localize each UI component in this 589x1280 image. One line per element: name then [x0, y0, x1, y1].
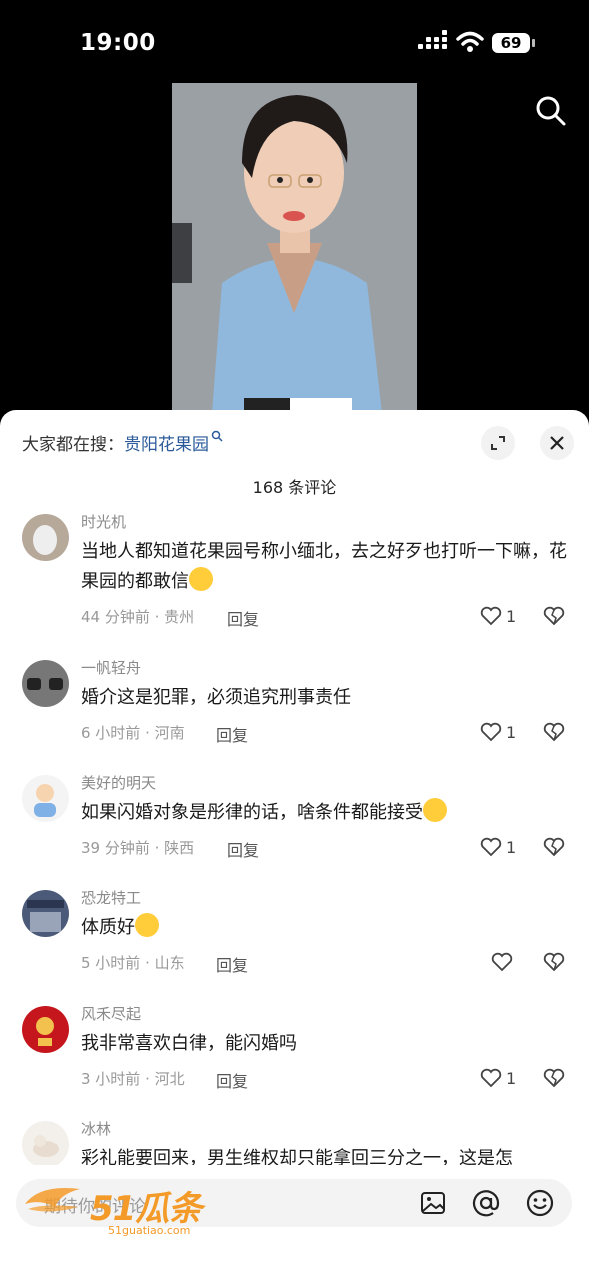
hot-search-term[interactable]: 贵阳花果园: [124, 435, 209, 455]
shy-emoji-icon: [423, 798, 447, 822]
dislike-button[interactable]: [543, 606, 569, 630]
avatar[interactable]: [22, 890, 69, 937]
comment-input-bar: 期待你的评论 51瓜条 51guatiao.com: [0, 1165, 589, 1280]
heart-icon: [491, 952, 513, 972]
like-button[interactable]: 1: [480, 1068, 520, 1092]
image-icon[interactable]: [416, 1186, 450, 1220]
expand-icon: [491, 436, 505, 450]
expand-button[interactable]: [481, 426, 515, 460]
comment-text: 我非常喜欢白律，能闪婚吗: [81, 1033, 297, 1054]
heart-icon: [480, 722, 502, 742]
avatar[interactable]: [22, 775, 69, 822]
comment-text-content: 体质好: [81, 917, 135, 938]
heart-icon: [480, 1068, 502, 1088]
dislike-button[interactable]: [543, 722, 569, 746]
watermark-logo: 51瓜条: [90, 1189, 202, 1229]
watermark-url: 51guatiao.com: [108, 1224, 191, 1237]
comment-item: 一帆轻舟 婚介这是犯罪，必须追究刑事责任 6 小时前 · 河南 回复 1: [0, 656, 589, 771]
comment-meta: 3 小时前 · 河北: [81, 1070, 185, 1088]
like-button[interactable]: 1: [480, 606, 520, 630]
cellular-signal-icon: [418, 30, 448, 54]
comment-username[interactable]: 时光机: [81, 511, 126, 532]
comment-text: 如果闪婚对象是彤律的话，啥条件都能接受: [81, 798, 571, 828]
like-button[interactable]: [491, 952, 531, 976]
avatar[interactable]: [22, 514, 69, 561]
broken-heart-icon: [543, 606, 565, 626]
reply-button[interactable]: 回复: [216, 1068, 248, 1092]
comment-username[interactable]: 恐龙特工: [81, 887, 141, 908]
heart-icon: [480, 837, 502, 857]
comment-item: 恐龙特工 体质好 5 小时前 · 山东 回复: [0, 886, 589, 1001]
comment-item: 时光机 当地人都知道花果园号称小缅北，去之好歹也打听一下嘛，花果园的都敢信 44…: [0, 510, 589, 629]
laugh-cry-emoji-icon: [135, 913, 159, 937]
search-icon[interactable]: [534, 94, 568, 128]
broken-heart-icon: [543, 837, 565, 857]
comment-meta: 44 分钟前 · 贵州: [81, 608, 195, 626]
broken-heart-icon: [543, 1068, 565, 1088]
dislike-button[interactable]: [543, 1068, 569, 1092]
wifi-icon: [456, 31, 484, 52]
heart-icon: [480, 606, 502, 626]
comment-username[interactable]: 风禾尽起: [81, 1003, 141, 1024]
status-time: 19:00: [80, 30, 156, 56]
video-frame: [172, 83, 417, 413]
comment-meta: 5 小时前 · 山东: [81, 954, 185, 972]
comment-text: 体质好: [81, 913, 571, 943]
status-bar: 19:00 69: [0, 0, 589, 80]
watermark-logo-icon: [25, 1188, 80, 1212]
comments-sheet: 大家都在搜：贵阳花果园 168 条评论 时光机 当地人都知道花果园号称小缅北，去…: [0, 410, 589, 1280]
comment-text-content: 当地人都知道花果园号称小缅北，去之好歹也打听一下嘛，花果园的都敢信: [81, 541, 567, 592]
like-button[interactable]: 1: [480, 837, 520, 861]
comment-username[interactable]: 冰林: [81, 1118, 111, 1139]
dislike-button[interactable]: [543, 837, 569, 861]
reply-button[interactable]: 回复: [216, 722, 248, 746]
comment-username[interactable]: 一帆轻舟: [81, 657, 141, 678]
comment-meta: 39 分钟前 · 陕西: [81, 839, 195, 857]
at-icon[interactable]: [469, 1186, 503, 1220]
comment-item: 美好的明天 如果闪婚对象是彤律的话，啥条件都能接受 39 分钟前 · 陕西 回复…: [0, 771, 589, 886]
comment-username[interactable]: 美好的明天: [81, 772, 156, 793]
broken-heart-icon: [543, 952, 565, 972]
like-count: 1: [506, 838, 517, 857]
like-button[interactable]: 1: [480, 722, 520, 746]
dislike-button[interactable]: [543, 952, 569, 976]
screen: 19:00 69 大家都在搜：贵阳花果园 168 条评论 时光机 当地人都知道花…: [0, 0, 589, 1280]
close-button[interactable]: [540, 426, 574, 460]
avatar[interactable]: [22, 1006, 69, 1053]
comment-text: 当地人都知道花果园号称小缅北，去之好歹也打听一下嘛，花果园的都敢信: [81, 537, 571, 597]
avatar[interactable]: [22, 1121, 69, 1168]
like-count: 1: [506, 1069, 517, 1088]
reply-button[interactable]: 回复: [227, 606, 259, 630]
reply-button[interactable]: 回复: [216, 952, 248, 976]
emoji-icon[interactable]: [523, 1186, 557, 1220]
comment-item: 风禾尽起 我非常喜欢白律，能闪婚吗 3 小时前 · 河北 回复 1: [0, 1002, 589, 1117]
like-count: 1: [506, 723, 517, 742]
laugh-cry-emoji-icon: [189, 567, 213, 591]
close-icon: [550, 436, 564, 450]
battery-icon: 69: [492, 32, 536, 54]
reply-button[interactable]: 回复: [227, 837, 259, 861]
comments-count-title: 168 条评论: [252, 478, 337, 497]
battery-level: 69: [492, 33, 530, 53]
hot-search[interactable]: 大家都在搜：贵阳花果园: [22, 430, 223, 455]
hot-search-prefix: 大家都在搜：: [22, 435, 124, 455]
like-count: 1: [506, 607, 517, 626]
comment-meta: 6 小时前 · 河南: [81, 724, 185, 742]
broken-heart-icon: [543, 722, 565, 742]
comment-text: 婚介这是犯罪，必须追究刑事责任: [81, 687, 351, 708]
hot-search-icon: [211, 430, 223, 442]
avatar[interactable]: [22, 660, 69, 707]
watermark: 51瓜条 51guatiao.com: [20, 1179, 210, 1239]
video-preview[interactable]: [172, 83, 417, 413]
comment-text-content: 如果闪婚对象是彤律的话，啥条件都能接受: [81, 802, 423, 823]
